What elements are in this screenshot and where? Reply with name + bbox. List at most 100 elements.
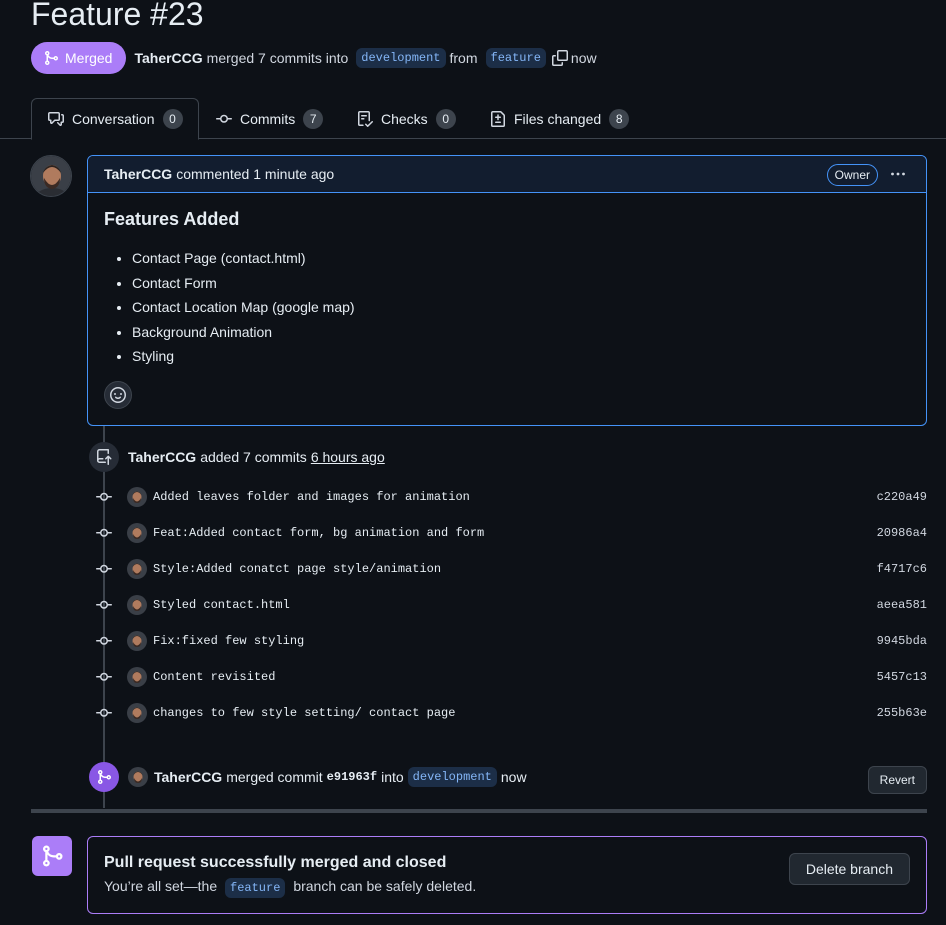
merge-time: now bbox=[570, 50, 597, 66]
merge-icon bbox=[43, 50, 59, 66]
copy-icon[interactable] bbox=[551, 50, 568, 66]
merged-text: merged 7 commits into bbox=[206, 50, 349, 66]
commit-row: changes to few style setting/ contact pa… bbox=[95, 701, 927, 725]
tab-counter: 8 bbox=[609, 108, 630, 129]
comment-author-link[interactable]: TaherCCG bbox=[104, 166, 172, 182]
commit-dot-icon bbox=[95, 489, 113, 505]
comment-box: TaherCCG commented 1 minute ago Owner Fe… bbox=[87, 155, 927, 426]
commit-sha-link[interactable]: f4717c6 bbox=[877, 562, 927, 576]
commit-dot-icon bbox=[95, 705, 113, 721]
commit-dot-icon bbox=[95, 561, 113, 577]
commit-row: Content revisited 5457c13 bbox=[95, 665, 927, 689]
git-merge-icon bbox=[89, 762, 119, 792]
head-branch-link[interactable]: feature bbox=[485, 48, 546, 68]
tab-commits[interactable]: Commits 7 bbox=[200, 98, 339, 139]
merge-commit-text: merged commit bbox=[226, 769, 323, 785]
avatar[interactable] bbox=[128, 767, 148, 787]
merged-text-before: You’re all set—the bbox=[104, 878, 218, 894]
commit-message-link[interactable]: changes to few style setting/ contact pa… bbox=[153, 706, 455, 720]
avatar[interactable] bbox=[127, 667, 147, 687]
timeline-line bbox=[103, 426, 105, 808]
commits-added-event: TaherCCG added 7 commits 6 hours ago bbox=[89, 442, 385, 472]
feature-list: Contact Page (contact.html) Contact Form… bbox=[104, 246, 910, 369]
pr-meta: Merged TaherCCG merged 7 commits into de… bbox=[31, 42, 601, 74]
tab-checks[interactable]: Checks 0 bbox=[341, 98, 472, 139]
commit-sha-link[interactable]: 5457c13 bbox=[877, 670, 927, 684]
state-label: Merged bbox=[65, 50, 113, 66]
commit-dot-icon bbox=[95, 633, 113, 649]
delete-branch-button[interactable]: Delete branch bbox=[788, 853, 910, 885]
commits-author-link[interactable]: TaherCCG bbox=[128, 449, 196, 465]
commit-sha-link[interactable]: 255b63e bbox=[877, 706, 927, 720]
avatar[interactable] bbox=[127, 523, 147, 543]
commit-row: Feat:Added contact form, bg animation an… bbox=[95, 521, 927, 545]
commit-row: Fix:fixed few styling 9945bda bbox=[95, 629, 927, 653]
commit-message-link[interactable]: Styled contact.html bbox=[153, 598, 290, 612]
tab-counter: 0 bbox=[435, 108, 456, 129]
commit-sha-link[interactable]: 20986a4 bbox=[877, 526, 927, 540]
merged-text-after: branch can be safely deleted. bbox=[293, 878, 477, 894]
tab-label: Checks bbox=[381, 110, 428, 127]
list-item: Contact Location Map (google map) bbox=[132, 295, 910, 320]
merge-event: TaherCCG merged commit e91963f into deve… bbox=[89, 762, 927, 794]
owner-badge: Owner bbox=[826, 164, 878, 186]
commit-icon bbox=[216, 111, 232, 127]
commit-message-link[interactable]: Feat:Added contact form, bg animation an… bbox=[153, 526, 484, 540]
commit-dot-icon bbox=[95, 669, 113, 685]
tab-counter: 7 bbox=[303, 108, 324, 129]
merge-author-link[interactable]: TaherCCG bbox=[154, 769, 222, 785]
comment-action: commented 1 minute ago bbox=[176, 166, 335, 182]
comment-discussion-icon bbox=[48, 111, 64, 127]
from-text: from bbox=[449, 50, 478, 66]
comment-header: TaherCCG commented 1 minute ago bbox=[88, 156, 926, 193]
more-options-icon[interactable] bbox=[882, 164, 914, 184]
list-item: Contact Form bbox=[132, 271, 910, 296]
commit-message-link[interactable]: Added leaves folder and images for anima… bbox=[153, 490, 470, 504]
commits-time-link[interactable]: 6 hours ago bbox=[311, 449, 385, 465]
comment-heading: Features Added bbox=[104, 209, 240, 229]
file-diff-icon bbox=[490, 110, 506, 127]
comment-body: Features Added Contact Page (contact.htm… bbox=[88, 193, 926, 385]
merged-state-badge: Merged bbox=[31, 42, 127, 74]
avatar[interactable] bbox=[30, 155, 72, 197]
timeline-divider bbox=[31, 809, 927, 813]
revert-button[interactable]: Revert bbox=[867, 766, 927, 794]
avatar[interactable] bbox=[127, 703, 147, 723]
commit-row: Added leaves folder and images for anima… bbox=[95, 485, 927, 509]
feature-branch-link[interactable]: feature bbox=[225, 878, 286, 898]
commit-message-link[interactable]: Fix:fixed few styling bbox=[153, 634, 304, 648]
avatar[interactable] bbox=[127, 487, 147, 507]
add-reaction-button[interactable] bbox=[104, 381, 132, 409]
smiley-icon bbox=[110, 387, 126, 403]
page-title: Feature #23 bbox=[31, 0, 204, 32]
commit-sha-link[interactable]: c220a49 bbox=[877, 490, 927, 504]
commit-row: Style:Added conatct page style/animation… bbox=[95, 557, 927, 581]
pr-author-link[interactable]: TaherCCG bbox=[134, 50, 202, 66]
commit-message-link[interactable]: Style:Added conatct page style/animation bbox=[153, 562, 441, 576]
commit-sha-link[interactable]: 9945bda bbox=[877, 634, 927, 648]
into-text: into bbox=[381, 769, 404, 785]
tab-label: Commits bbox=[240, 110, 296, 127]
tab-label: Files changed bbox=[514, 110, 602, 127]
commit-message-link[interactable]: Content revisited bbox=[153, 670, 275, 684]
repo-push-icon bbox=[89, 442, 119, 472]
merged-status-box: Pull request successfully merged and clo… bbox=[87, 836, 927, 914]
base-branch-link[interactable]: development bbox=[356, 48, 446, 68]
list-item: Contact Page (contact.html) bbox=[132, 246, 910, 271]
commit-row: Styled contact.html aeea581 bbox=[95, 593, 927, 617]
tab-label: Conversation bbox=[72, 111, 155, 127]
avatar[interactable] bbox=[127, 595, 147, 615]
avatar[interactable] bbox=[127, 559, 147, 579]
commit-sha-link[interactable]: aeea581 bbox=[877, 598, 927, 612]
tab-conversation[interactable]: Conversation 0 bbox=[31, 98, 199, 140]
commit-dot-icon bbox=[95, 597, 113, 613]
merge-branch-link[interactable]: development bbox=[407, 767, 497, 787]
checklist-icon bbox=[357, 110, 373, 127]
tab-counter: 0 bbox=[162, 109, 183, 129]
avatar[interactable] bbox=[127, 631, 147, 651]
commit-dot-icon bbox=[95, 525, 113, 541]
list-item: Background Animation bbox=[132, 320, 910, 345]
commits-added-text: added 7 commits bbox=[200, 449, 307, 465]
tab-files-changed[interactable]: Files changed 8 bbox=[474, 98, 645, 139]
merge-commit-sha-link[interactable]: e91963f bbox=[327, 770, 377, 784]
